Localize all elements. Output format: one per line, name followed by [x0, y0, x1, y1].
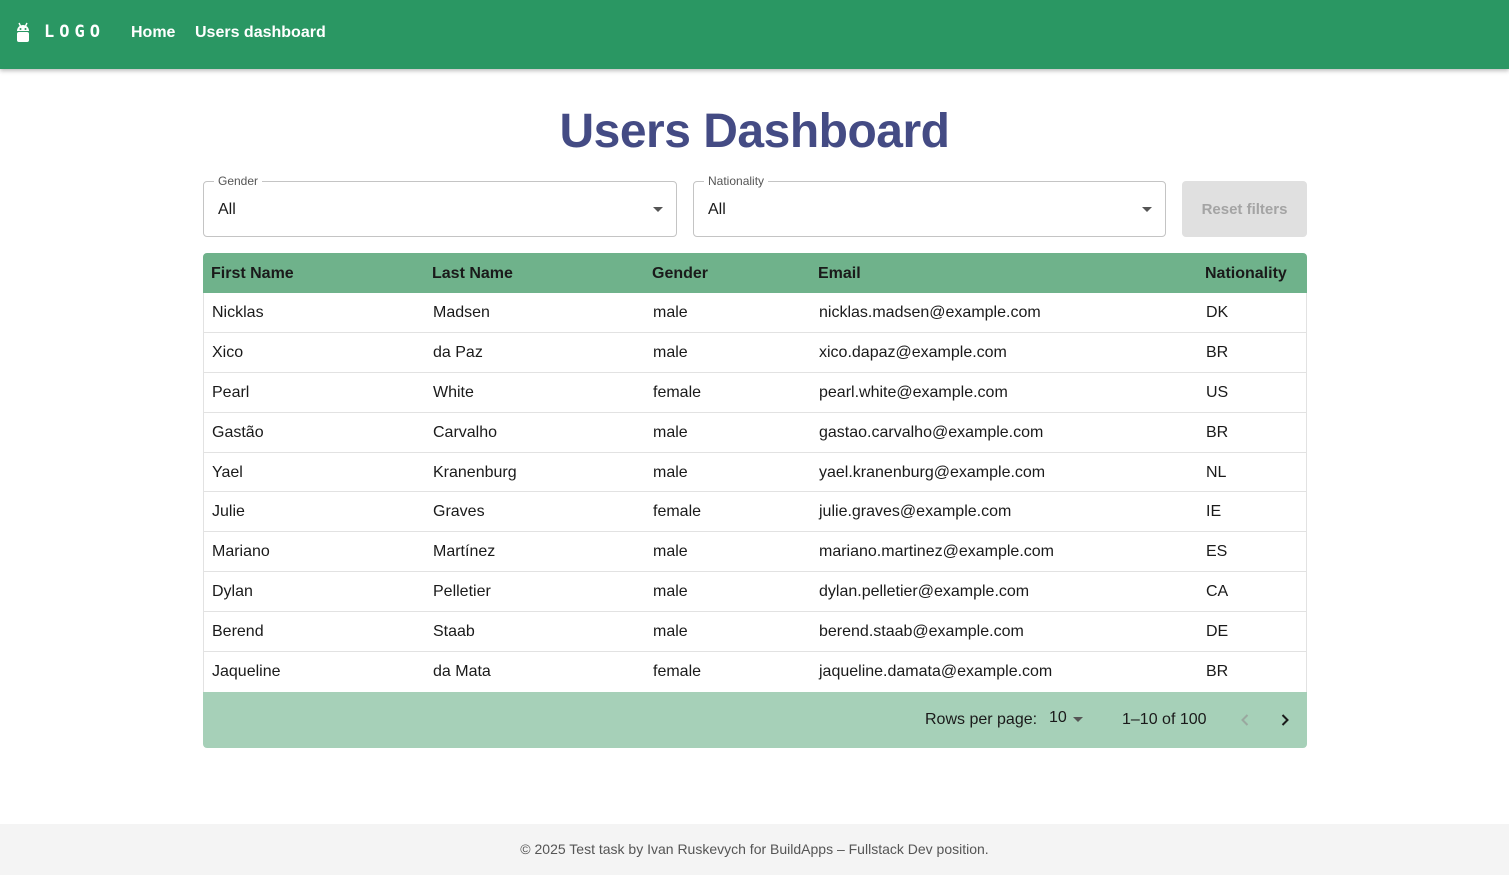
table-row[interactable]: Mariano Martínez male mariano.martinez@e…: [203, 532, 1307, 573]
cell-email: xico.dapaz@example.com: [819, 343, 1007, 361]
table-row[interactable]: Julie Graves female julie.graves@example…: [203, 492, 1307, 533]
cell-last-name: da Mata: [433, 663, 491, 681]
app-bar: LOGO Home Users dashboard: [0, 0, 1509, 69]
table-header: First Name Last Name Gender Email Nation…: [203, 253, 1307, 293]
column-header-first-name[interactable]: First Name: [211, 265, 294, 283]
chevron-down-icon: [653, 207, 663, 212]
cell-nationality: BR: [1206, 343, 1229, 361]
cell-nationality: CA: [1206, 583, 1229, 601]
column-header-email[interactable]: Email: [818, 265, 861, 283]
cell-email: gastao.carvalho@example.com: [819, 423, 1044, 441]
cell-email: nicklas.madsen@example.com: [819, 304, 1041, 321]
cell-last-name: Carvalho: [433, 423, 498, 441]
chevron-down-icon[interactable]: [1073, 717, 1083, 722]
cell-nationality: BR: [1206, 423, 1229, 441]
column-header-gender[interactable]: Gender: [652, 265, 708, 283]
table-row[interactable]: Dylan Pelletier male dylan.pelletier@exa…: [203, 572, 1307, 613]
cell-gender: male: [653, 623, 688, 641]
cell-last-name: da Paz: [433, 343, 483, 361]
users-table: First Name Last Name Gender Email Nation…: [203, 253, 1307, 748]
cell-first-name: Mariano: [212, 543, 270, 561]
cell-nationality: DK: [1206, 304, 1229, 321]
column-header-nationality[interactable]: Nationality: [1205, 265, 1287, 283]
cell-gender: female: [653, 663, 702, 681]
cell-nationality: IE: [1206, 503, 1222, 521]
cell-email: yael.kranenburg@example.com: [819, 463, 1046, 481]
cell-email: dylan.pelletier@example.com: [819, 583, 1030, 601]
page-title: Users Dashboard: [559, 105, 950, 158]
cell-last-name: Kranenburg: [433, 463, 517, 481]
cell-nationality: ES: [1206, 543, 1228, 561]
cell-nationality: US: [1206, 383, 1229, 401]
cell-email: julie.graves@example.com: [819, 503, 1012, 521]
cell-gender: male: [653, 304, 688, 321]
cell-last-name: Staab: [433, 623, 475, 641]
table-row[interactable]: Berend Staab male berend.staab@example.c…: [203, 612, 1307, 653]
cell-first-name: Xico: [212, 343, 244, 361]
nav-users-dashboard-link[interactable]: Users dashboard: [195, 24, 326, 42]
cell-gender: male: [653, 543, 688, 561]
cell-first-name: Yael: [212, 463, 243, 481]
nationality-select-label: Nationality: [704, 174, 769, 188]
cell-first-name: Gastão: [212, 423, 264, 441]
cell-first-name: Pearl: [212, 383, 250, 401]
nav-home-link[interactable]: Home: [131, 24, 175, 42]
cell-first-name: Julie: [212, 503, 245, 521]
cell-last-name: Pelletier: [433, 583, 491, 601]
table-pagination: Rows per page: 10 1–10 of 100: [203, 692, 1307, 748]
cell-first-name: Nicklas: [212, 304, 264, 321]
gender-select[interactable]: Gender All: [203, 174, 677, 237]
cell-email: jaqueline.damata@example.com: [819, 663, 1053, 681]
table-row[interactable]: Pearl White female pearl.white@example.c…: [203, 372, 1307, 413]
cell-nationality: NL: [1206, 463, 1227, 481]
chevron-down-icon: [1142, 207, 1152, 212]
rows-per-page-label: Rows per page:: [925, 711, 1038, 728]
cell-gender: male: [653, 423, 688, 441]
table-row[interactable]: Xico da Paz male xico.dapaz@example.com …: [203, 332, 1307, 373]
chevron-right-icon[interactable]: [1275, 710, 1295, 730]
cell-first-name: Dylan: [212, 583, 253, 601]
cell-first-name: Berend: [212, 623, 264, 641]
table-body: Nicklas Madsen male nicklas.madsen@examp…: [203, 293, 1307, 692]
cell-gender: female: [653, 503, 702, 521]
gender-select-label: Gender: [214, 174, 263, 188]
cell-gender: male: [653, 463, 688, 481]
android-logo-icon[interactable]: [15, 22, 31, 44]
cell-nationality: DE: [1206, 623, 1229, 641]
cell-gender: male: [653, 343, 688, 361]
cell-email: pearl.white@example.com: [819, 383, 1008, 401]
chevron-left-icon[interactable]: [1235, 710, 1255, 730]
footer: © 2025 Test task by Ivan Ruskevych for B…: [0, 824, 1509, 875]
cell-gender: male: [653, 583, 688, 601]
rows-per-page-select[interactable]: 10: [1049, 709, 1067, 727]
cell-first-name: Jaqueline: [212, 663, 281, 681]
cell-email: mariano.martinez@example.com: [819, 543, 1054, 561]
table-row[interactable]: Nicklas Madsen male nicklas.madsen@examp…: [203, 293, 1307, 333]
cell-last-name: White: [433, 383, 474, 401]
cell-email: berend.staab@example.com: [819, 623, 1024, 641]
cell-last-name: Martínez: [433, 543, 496, 561]
nationality-select[interactable]: Nationality All: [693, 174, 1166, 237]
cell-gender: female: [653, 383, 702, 401]
footer-text: © 2025 Test task by Ivan Ruskevych for B…: [520, 841, 989, 857]
reset-filters-button[interactable]: Reset filters: [1182, 181, 1307, 237]
cell-last-name: Graves: [433, 503, 485, 521]
table-row[interactable]: Yael Kranenburg male yael.kranenburg@exa…: [203, 452, 1307, 493]
column-header-last-name[interactable]: Last Name: [432, 265, 513, 283]
logo-text[interactable]: LOGO: [44, 22, 105, 42]
gender-select-value: All: [218, 201, 236, 218]
table-row[interactable]: Jaqueline da Mata female jaqueline.damat…: [203, 652, 1307, 692]
pagination-range: 1–10 of 100: [1122, 711, 1207, 728]
cell-last-name: Madsen: [433, 304, 490, 321]
table-row[interactable]: Gastão Carvalho male gastao.carvalho@exa…: [203, 412, 1307, 453]
cell-nationality: BR: [1206, 663, 1229, 681]
nationality-select-value: All: [708, 201, 726, 218]
